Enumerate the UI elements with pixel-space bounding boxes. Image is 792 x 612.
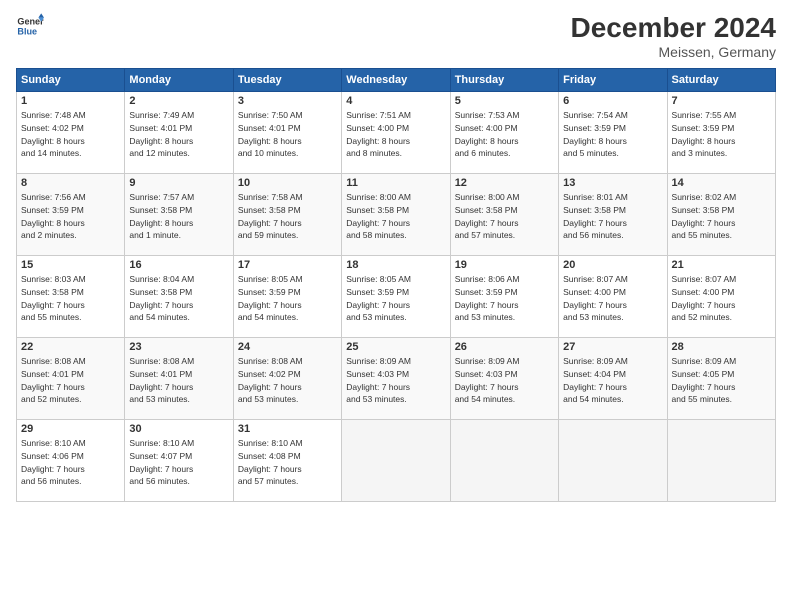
logo-icon: General Blue bbox=[16, 12, 44, 40]
calendar-cell: 15Sunrise: 8:03 AMSunset: 3:58 PMDayligh… bbox=[17, 256, 125, 338]
calendar-cell: 27Sunrise: 8:09 AMSunset: 4:04 PMDayligh… bbox=[559, 338, 667, 420]
week-row-4: 22Sunrise: 8:08 AMSunset: 4:01 PMDayligh… bbox=[17, 338, 776, 420]
calendar-cell: 29Sunrise: 8:10 AMSunset: 4:06 PMDayligh… bbox=[17, 420, 125, 502]
calendar-cell: 7Sunrise: 7:55 AMSunset: 3:59 PMDaylight… bbox=[667, 92, 775, 174]
calendar-cell: 18Sunrise: 8:05 AMSunset: 3:59 PMDayligh… bbox=[342, 256, 450, 338]
calendar-cell: 16Sunrise: 8:04 AMSunset: 3:58 PMDayligh… bbox=[125, 256, 233, 338]
calendar-cell: 4Sunrise: 7:51 AMSunset: 4:00 PMDaylight… bbox=[342, 92, 450, 174]
calendar-cell: 9Sunrise: 7:57 AMSunset: 3:58 PMDaylight… bbox=[125, 174, 233, 256]
col-wednesday: Wednesday bbox=[342, 69, 450, 92]
calendar-page: General Blue December 2024 Meissen, Germ… bbox=[0, 0, 792, 612]
calendar-cell: 5Sunrise: 7:53 AMSunset: 4:00 PMDaylight… bbox=[450, 92, 558, 174]
calendar-cell: 3Sunrise: 7:50 AMSunset: 4:01 PMDaylight… bbox=[233, 92, 341, 174]
calendar-cell bbox=[342, 420, 450, 502]
calendar-table: Sunday Monday Tuesday Wednesday Thursday… bbox=[16, 68, 776, 502]
calendar-cell: 2Sunrise: 7:49 AMSunset: 4:01 PMDaylight… bbox=[125, 92, 233, 174]
week-row-2: 8Sunrise: 7:56 AMSunset: 3:59 PMDaylight… bbox=[17, 174, 776, 256]
calendar-cell: 17Sunrise: 8:05 AMSunset: 3:59 PMDayligh… bbox=[233, 256, 341, 338]
calendar-cell: 6Sunrise: 7:54 AMSunset: 3:59 PMDaylight… bbox=[559, 92, 667, 174]
calendar-title: December 2024 bbox=[571, 12, 776, 44]
logo: General Blue bbox=[16, 12, 44, 40]
week-row-1: 1Sunrise: 7:48 AMSunset: 4:02 PMDaylight… bbox=[17, 92, 776, 174]
calendar-subtitle: Meissen, Germany bbox=[571, 44, 776, 60]
calendar-cell: 14Sunrise: 8:02 AMSunset: 3:58 PMDayligh… bbox=[667, 174, 775, 256]
calendar-cell: 25Sunrise: 8:09 AMSunset: 4:03 PMDayligh… bbox=[342, 338, 450, 420]
header-row: Sunday Monday Tuesday Wednesday Thursday… bbox=[17, 69, 776, 92]
calendar-cell: 19Sunrise: 8:06 AMSunset: 3:59 PMDayligh… bbox=[450, 256, 558, 338]
title-block: December 2024 Meissen, Germany bbox=[571, 12, 776, 60]
calendar-cell: 20Sunrise: 8:07 AMSunset: 4:00 PMDayligh… bbox=[559, 256, 667, 338]
week-row-5: 29Sunrise: 8:10 AMSunset: 4:06 PMDayligh… bbox=[17, 420, 776, 502]
svg-text:Blue: Blue bbox=[17, 26, 37, 36]
page-header: General Blue December 2024 Meissen, Germ… bbox=[16, 12, 776, 60]
calendar-cell: 1Sunrise: 7:48 AMSunset: 4:02 PMDaylight… bbox=[17, 92, 125, 174]
col-thursday: Thursday bbox=[450, 69, 558, 92]
calendar-cell: 22Sunrise: 8:08 AMSunset: 4:01 PMDayligh… bbox=[17, 338, 125, 420]
week-row-3: 15Sunrise: 8:03 AMSunset: 3:58 PMDayligh… bbox=[17, 256, 776, 338]
calendar-cell: 24Sunrise: 8:08 AMSunset: 4:02 PMDayligh… bbox=[233, 338, 341, 420]
calendar-cell: 11Sunrise: 8:00 AMSunset: 3:58 PMDayligh… bbox=[342, 174, 450, 256]
calendar-cell: 28Sunrise: 8:09 AMSunset: 4:05 PMDayligh… bbox=[667, 338, 775, 420]
calendar-cell: 13Sunrise: 8:01 AMSunset: 3:58 PMDayligh… bbox=[559, 174, 667, 256]
col-monday: Monday bbox=[125, 69, 233, 92]
col-friday: Friday bbox=[559, 69, 667, 92]
calendar-cell: 30Sunrise: 8:10 AMSunset: 4:07 PMDayligh… bbox=[125, 420, 233, 502]
calendar-cell: 26Sunrise: 8:09 AMSunset: 4:03 PMDayligh… bbox=[450, 338, 558, 420]
calendar-cell: 31Sunrise: 8:10 AMSunset: 4:08 PMDayligh… bbox=[233, 420, 341, 502]
calendar-cell: 21Sunrise: 8:07 AMSunset: 4:00 PMDayligh… bbox=[667, 256, 775, 338]
calendar-cell: 10Sunrise: 7:58 AMSunset: 3:58 PMDayligh… bbox=[233, 174, 341, 256]
col-saturday: Saturday bbox=[667, 69, 775, 92]
col-tuesday: Tuesday bbox=[233, 69, 341, 92]
calendar-cell bbox=[667, 420, 775, 502]
calendar-cell: 12Sunrise: 8:00 AMSunset: 3:58 PMDayligh… bbox=[450, 174, 558, 256]
col-sunday: Sunday bbox=[17, 69, 125, 92]
calendar-cell: 8Sunrise: 7:56 AMSunset: 3:59 PMDaylight… bbox=[17, 174, 125, 256]
calendar-cell bbox=[559, 420, 667, 502]
calendar-cell bbox=[450, 420, 558, 502]
calendar-cell: 23Sunrise: 8:08 AMSunset: 4:01 PMDayligh… bbox=[125, 338, 233, 420]
